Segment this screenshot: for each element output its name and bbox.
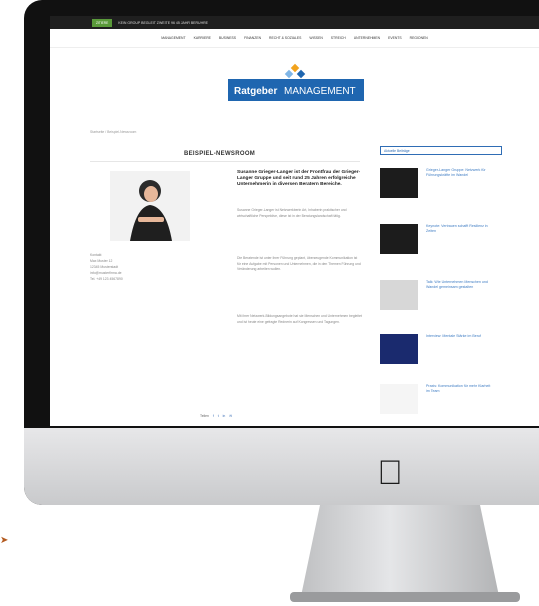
site-logo[interactable]: Ratgeber MANAGEMENT xyxy=(228,61,364,103)
share-bar: Teilen f t in ✉ xyxy=(200,414,232,418)
nav-item-streich[interactable]: STREICH xyxy=(331,36,346,40)
monitor-chin xyxy=(24,428,539,505)
sidebar-item[interactable]: Praxis: Kommunikation für mehr Klarheit … xyxy=(380,384,502,422)
nav-item-karriere[interactable]: KARRIERE xyxy=(194,36,211,40)
nav-item-unternehmen[interactable]: UNTERNEHMEN xyxy=(354,36,380,40)
news-ticker[interactable]: KEIN GROUP BEGLEIT ZWEITE 96 45 JAHR BER… xyxy=(118,21,208,25)
sidebar-item-link[interactable]: Talk: Wie Unternehmen Menschen und Wande… xyxy=(426,280,492,290)
divider xyxy=(90,161,360,162)
nav-item-business[interactable]: BUSINESS xyxy=(219,36,236,40)
logo-word-ratgeber: Ratgeber xyxy=(234,86,277,97)
topbar-badge[interactable]: ZITIERE xyxy=(92,18,113,27)
monitor-stand-base xyxy=(290,592,520,602)
nav-item-management[interactable]: MANAGEMENT xyxy=(161,36,185,40)
sidebar-item-link[interactable]: Interview: Mentale Stärke im Beruf xyxy=(426,334,492,339)
portrait-photo xyxy=(110,171,190,241)
email-icon[interactable]: ✉ xyxy=(229,414,232,418)
sidebar-thumbnail xyxy=(380,224,418,254)
top-bar: ZITIERE KEIN GROUP BEGLEIT ZWEITE 96 45 … xyxy=(50,16,539,29)
nav-item-finanzen[interactable]: FINANZEN xyxy=(244,36,261,40)
sidebar-heading[interactable]: Aktuelle Beiträge xyxy=(380,146,502,155)
sidebar-item[interactable]: Grieger-Langer Gruppe: Netzwerk für Führ… xyxy=(380,168,502,206)
share-label: Teilen xyxy=(200,414,209,418)
sidebar-item-link[interactable]: Keynote: Vertrauen schafft Resilienz in … xyxy=(426,224,492,234)
article-paragraph: Mit ihrer Netzwerk-Bildungsangebote hat … xyxy=(237,314,362,324)
sidebar-item[interactable]: Keynote: Vertrauen schafft Resilienz in … xyxy=(380,224,502,262)
article-paragraph: Susanne Grieger-Langer ist Netzwerkberin… xyxy=(237,208,347,218)
nav-item-regionen[interactable]: REGIONEN xyxy=(410,36,428,40)
logo-word-management: MANAGEMENT xyxy=(284,86,356,97)
breadcrumb[interactable]: Startseite / Beispiel-Newsroom xyxy=(90,130,136,134)
sidebar-item[interactable]: Talk: Wie Unternehmen Menschen und Wande… xyxy=(380,280,502,318)
page-title: BEISPIEL-NEWSROOM xyxy=(184,151,256,157)
sidebar-item-link[interactable]: Praxis: Kommunikation für mehr Klarheit … xyxy=(426,384,492,394)
arrow-icon: ➤ xyxy=(0,535,9,546)
sidebar-item-link[interactable]: Grieger-Langer Gruppe: Netzwerk für Führ… xyxy=(426,168,492,178)
monitor-stand xyxy=(300,505,500,601)
sidebar-item[interactable]: Interview: Mentale Stärke im Beruf xyxy=(380,334,502,372)
article-headline: Susanne Grieger-Langer ist der Frontfrau… xyxy=(237,170,361,187)
apple-logo-icon:  xyxy=(372,453,408,493)
sidebar-thumbnail xyxy=(380,168,418,198)
nav-item-events[interactable]: EVENTS xyxy=(388,36,402,40)
twitter-icon[interactable]: t xyxy=(218,414,219,418)
nav-item-recht[interactable]: RECHT & SOZIALES xyxy=(269,36,301,40)
screen: ZITIERE KEIN GROUP BEGLEIT ZWEITE 96 45 … xyxy=(50,16,539,426)
sidebar-thumbnail xyxy=(380,334,418,364)
article-paragraph: Die Beratende ist unter ihrer Führung ge… xyxy=(237,256,361,272)
sidebar-thumbnail xyxy=(380,384,418,414)
main-nav: MANAGEMENT KARRIERE BUSINESS FINANZEN RE… xyxy=(50,29,539,48)
facebook-icon[interactable]: f xyxy=(213,414,214,418)
sidebar: Aktuelle Beiträge Grieger-Langer Gruppe:… xyxy=(380,146,502,414)
contact-line: Tel. +49 123 4567890 xyxy=(90,277,123,281)
sidebar-thumbnail xyxy=(380,280,418,310)
linkedin-icon[interactable]: in xyxy=(223,414,226,418)
nav-item-wissen[interactable]: WISSEN xyxy=(309,36,322,40)
contact-block: Kontakt Max Muster 12 12345 Musterstadt … xyxy=(90,252,123,282)
